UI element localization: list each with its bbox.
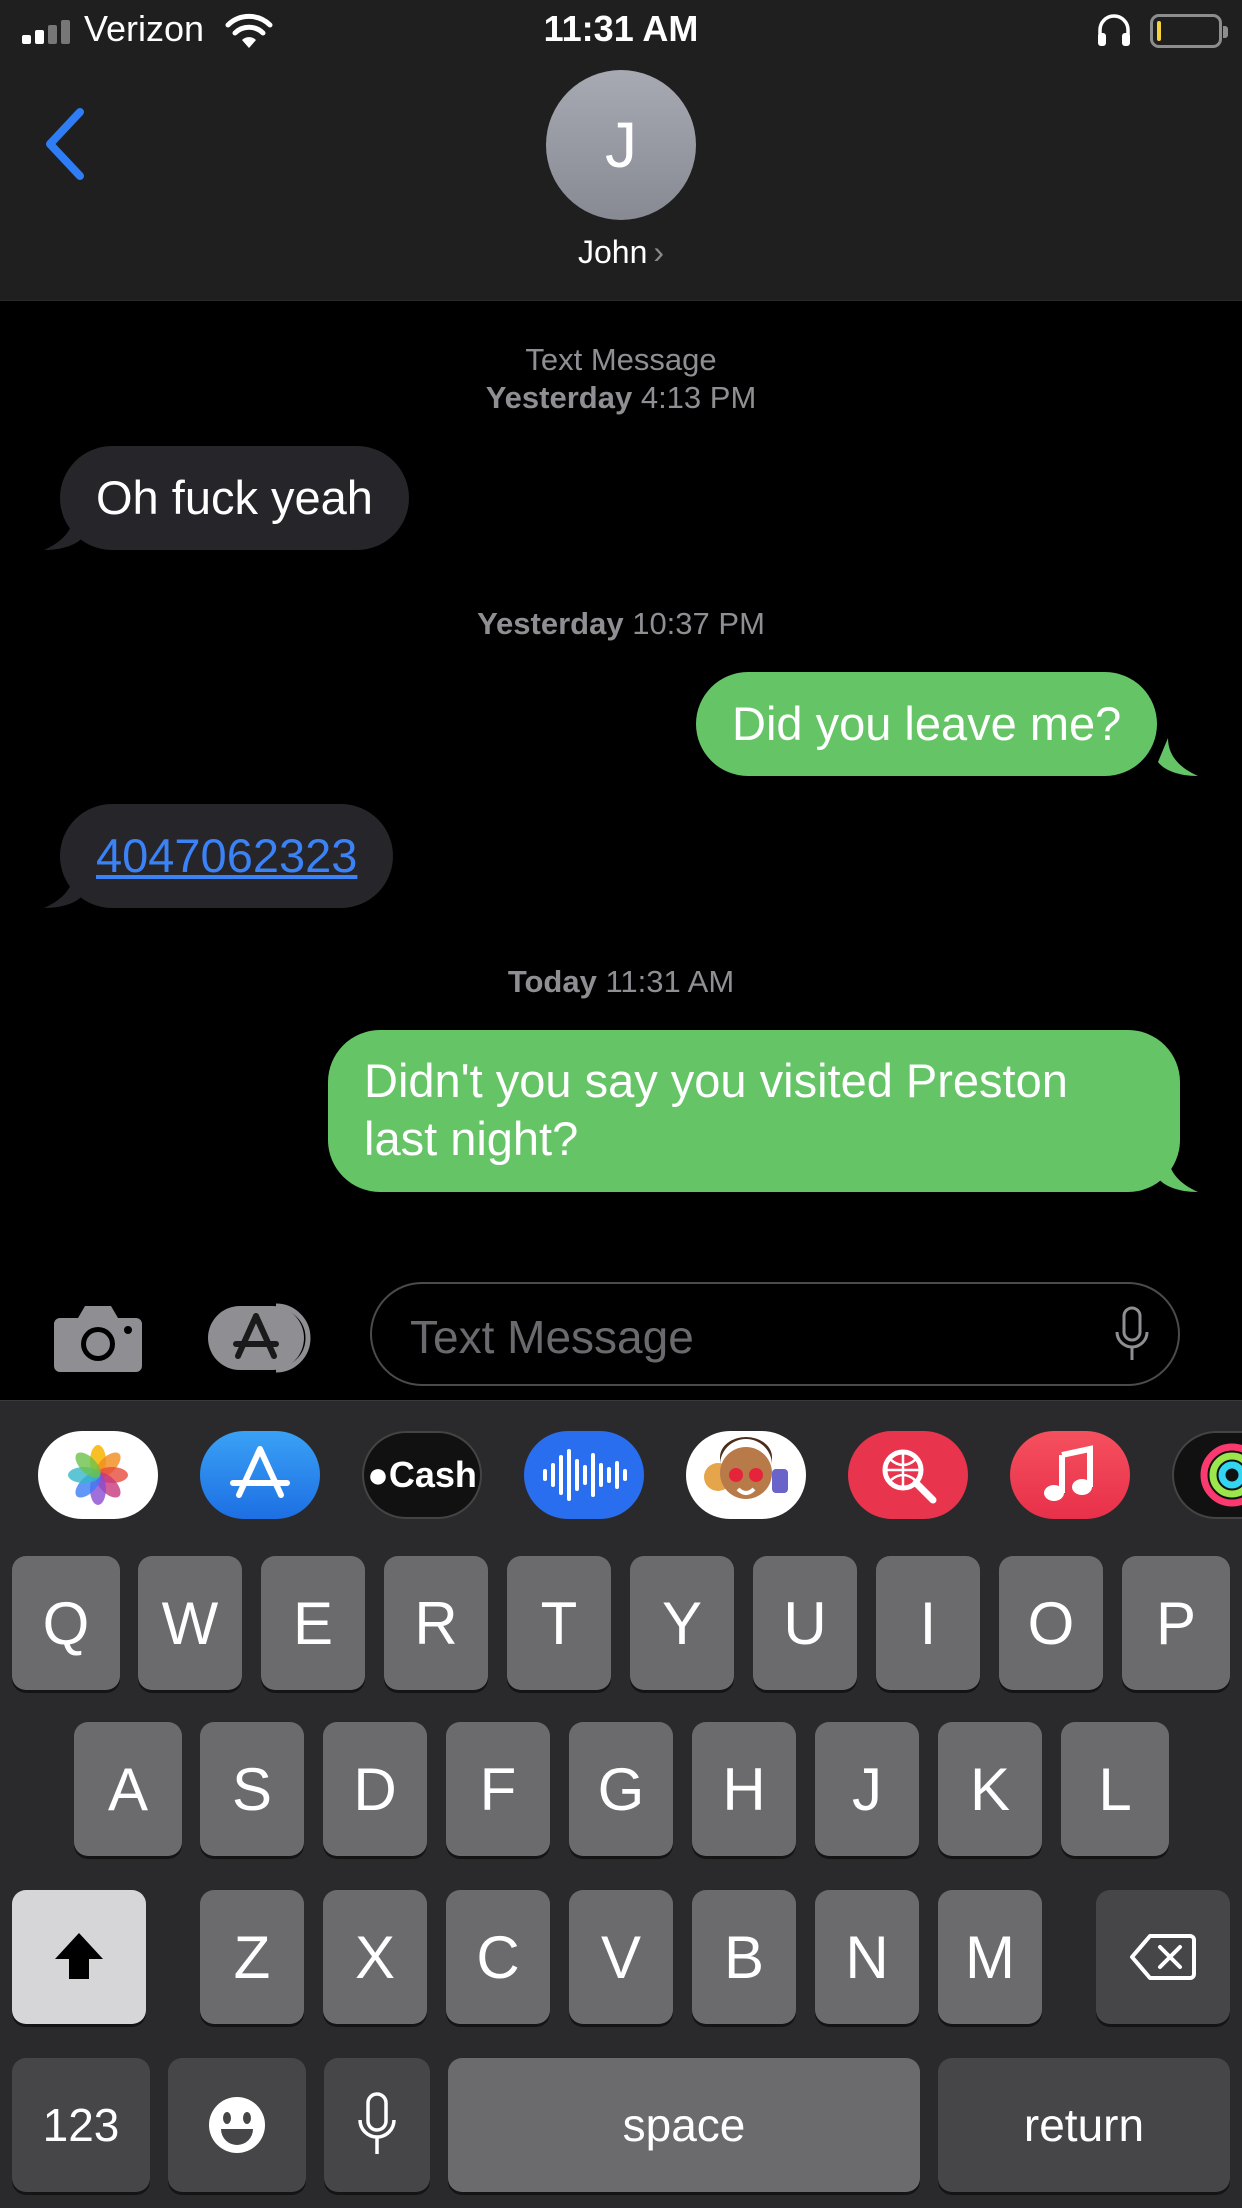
service-label: Text Message bbox=[525, 342, 717, 377]
backspace-icon bbox=[1130, 1934, 1196, 1980]
app-store-icon[interactable] bbox=[200, 1431, 320, 1519]
key-v[interactable]: V bbox=[569, 1890, 673, 2024]
photos-app-icon[interactable] bbox=[38, 1431, 158, 1519]
headphones-icon bbox=[1098, 14, 1130, 46]
message-text: Did you leave me? bbox=[732, 697, 1122, 750]
timestamp-time: 11:31 AM bbox=[605, 964, 735, 999]
memoji-icon[interactable] bbox=[686, 1431, 806, 1519]
key-n[interactable]: N bbox=[815, 1890, 919, 2024]
contact-name: John bbox=[577, 234, 648, 270]
key-a[interactable]: A bbox=[74, 1722, 182, 1856]
app-drawer: ●Cash bbox=[0, 1400, 1242, 1540]
search-images-icon[interactable] bbox=[848, 1431, 968, 1519]
audio-message-icon[interactable] bbox=[524, 1431, 644, 1519]
timestamp-day: Yesterday bbox=[477, 606, 624, 641]
bubble-tail bbox=[44, 870, 84, 908]
key-c[interactable]: C bbox=[446, 1890, 550, 2024]
music-icon[interactable] bbox=[1010, 1431, 1130, 1519]
outgoing-message-bubble[interactable]: Did you leave me? bbox=[696, 672, 1158, 776]
message-text: Oh fuck yeah bbox=[96, 471, 373, 524]
status-time: 11:31 AM bbox=[543, 8, 699, 49]
key-m[interactable]: M bbox=[938, 1890, 1042, 2024]
shift-key[interactable] bbox=[12, 1890, 146, 2024]
dictation-mic-icon[interactable] bbox=[1112, 1306, 1152, 1364]
dictation-key[interactable] bbox=[324, 2058, 430, 2192]
key-o[interactable]: O bbox=[999, 1556, 1103, 1690]
key-d[interactable]: D bbox=[323, 1722, 427, 1856]
timestamp-day: Yesterday bbox=[485, 380, 633, 415]
battery-icon bbox=[1150, 14, 1228, 48]
key-h[interactable]: H bbox=[692, 1722, 796, 1856]
key-k[interactable]: K bbox=[938, 1722, 1042, 1856]
bubble-tail bbox=[1158, 738, 1198, 776]
apple-cash-label: Cash bbox=[388, 1454, 477, 1495]
compose-bar: Text Message bbox=[0, 1262, 1242, 1400]
delete-key[interactable] bbox=[1096, 1890, 1230, 2024]
key-u[interactable]: U bbox=[753, 1556, 857, 1690]
shift-arrow-icon bbox=[55, 1933, 103, 1979]
timestamp: Today 11:31 AM bbox=[0, 962, 1242, 1002]
microphone-icon bbox=[358, 2092, 396, 2154]
key-f[interactable]: F bbox=[446, 1722, 550, 1856]
timestamp: Yesterday 10:37 PM bbox=[0, 604, 1242, 644]
key-r[interactable]: R bbox=[384, 1556, 488, 1690]
incoming-message-bubble[interactable]: 4047062323 bbox=[60, 804, 394, 908]
key-g[interactable]: G bbox=[569, 1722, 673, 1856]
message-text-line: last night? bbox=[364, 1112, 579, 1165]
message-input-placeholder: Text Message bbox=[410, 1311, 694, 1363]
conversation-header: Verizon 11:31 AM J John › bbox=[0, 0, 1242, 301]
key-s[interactable]: S bbox=[200, 1722, 304, 1856]
back-chevron-icon[interactable] bbox=[36, 104, 96, 184]
message-input[interactable]: Text Message bbox=[370, 1282, 1180, 1386]
status-bar: Verizon 11:31 AM bbox=[0, 0, 1242, 64]
key-i[interactable]: I bbox=[876, 1556, 980, 1690]
emoji-key[interactable] bbox=[168, 2058, 306, 2192]
timestamp-time: 4:13 PM bbox=[640, 380, 757, 415]
timestamp: Yesterday 4:13 PM bbox=[0, 378, 1242, 418]
return-key[interactable]: return bbox=[938, 2058, 1230, 2192]
contact-avatar[interactable]: J bbox=[546, 70, 696, 220]
key-b[interactable]: B bbox=[692, 1890, 796, 2024]
fitness-icon[interactable] bbox=[1172, 1431, 1242, 1519]
battery-level bbox=[1157, 21, 1161, 41]
apple-cash-icon[interactable]: ●Cash bbox=[362, 1431, 482, 1519]
bubble-tail bbox=[44, 512, 84, 550]
numbers-key[interactable]: 123 bbox=[12, 2058, 150, 2192]
timestamp-day: Today bbox=[507, 964, 597, 999]
key-t[interactable]: T bbox=[507, 1556, 611, 1690]
emoji-icon bbox=[209, 2097, 265, 2153]
key-z[interactable]: Z bbox=[200, 1890, 304, 2024]
camera-icon[interactable] bbox=[52, 1302, 144, 1374]
key-w[interactable]: W bbox=[138, 1556, 242, 1690]
timestamp-time: 10:37 PM bbox=[632, 606, 765, 641]
key-l[interactable]: L bbox=[1061, 1722, 1169, 1856]
key-x[interactable]: X bbox=[323, 1890, 427, 2024]
key-e[interactable]: E bbox=[261, 1556, 365, 1690]
keyboard: Q W E R T Y U I O P A S D F G H J K L Z … bbox=[0, 1540, 1242, 2208]
outgoing-message-bubble[interactable]: Didn't you say you visited Preston last … bbox=[328, 1030, 1180, 1192]
key-y[interactable]: Y bbox=[630, 1556, 734, 1690]
incoming-message-bubble[interactable]: Oh fuck yeah bbox=[60, 446, 409, 550]
app-store-toggle-icon[interactable] bbox=[208, 1302, 320, 1374]
key-p[interactable]: P bbox=[1122, 1556, 1230, 1690]
avatar-initial: J bbox=[605, 109, 637, 181]
bubble-tail bbox=[1158, 1154, 1198, 1192]
chevron-right-icon: › bbox=[653, 234, 665, 270]
key-j[interactable]: J bbox=[815, 1722, 919, 1856]
key-q[interactable]: Q bbox=[12, 1556, 120, 1690]
contact-name-button[interactable]: John › bbox=[0, 234, 1242, 271]
message-text-line: Didn't you say you visited Preston bbox=[364, 1054, 1068, 1107]
space-key[interactable]: space bbox=[448, 2058, 920, 2192]
phone-number-link[interactable]: 4047062323 bbox=[96, 829, 357, 882]
